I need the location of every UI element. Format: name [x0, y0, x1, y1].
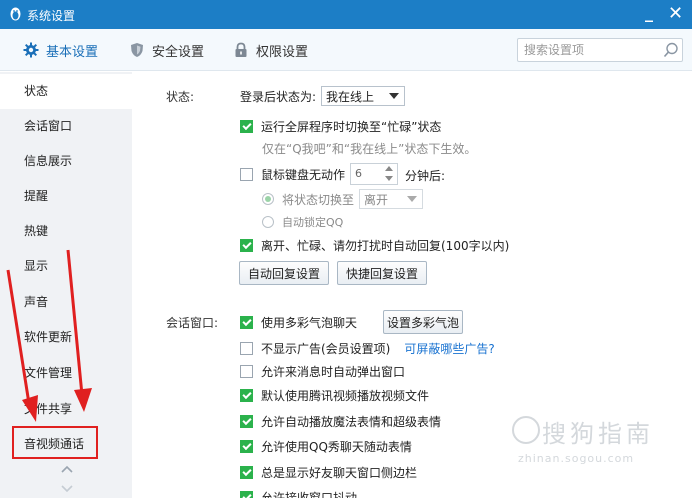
stepper-down-icon[interactable]: [385, 176, 393, 181]
sidebar-item-file-sharing[interactable]: 文件共享: [0, 392, 132, 427]
sidebar-show-label: 总是显示好友聊天窗口侧边栏: [261, 465, 418, 480]
no-ads-label: 不显示广告(会员设置项): [261, 341, 391, 356]
qq-show-label: 允许使用QQ秀聊天随动表情: [261, 439, 412, 454]
sidebar-item-reminder[interactable]: 提醒: [0, 179, 132, 214]
lock-icon: [232, 41, 250, 59]
tab-basic-settings[interactable]: 基本设置: [22, 29, 98, 71]
sidebar-item-hotkey[interactable]: 热键: [0, 214, 132, 249]
idle-suffix: 分钟后:: [405, 169, 446, 183]
tab-basic-label: 基本设置: [46, 44, 99, 60]
tab-security-settings[interactable]: 安全设置: [128, 29, 204, 71]
idle-checkbox[interactable]: [240, 167, 253, 181]
chevron-up-icon[interactable]: [60, 464, 74, 474]
tencent-video-checkbox[interactable]: [240, 388, 253, 402]
switch-status-select[interactable]: 离开: [359, 189, 423, 209]
minimize-button[interactable]: _: [645, 3, 661, 23]
chevron-down-icon[interactable]: [60, 484, 74, 494]
sidebar-show-checkbox[interactable]: [240, 465, 253, 479]
stepper-up-icon[interactable]: [385, 166, 393, 171]
search-input[interactable]: [518, 39, 658, 61]
sidebar-item-sound[interactable]: 声音: [0, 285, 132, 320]
auto-reply-settings-button[interactable]: 自动回复设置: [239, 261, 329, 285]
sidebar-item-software-update[interactable]: 软件更新: [0, 320, 132, 355]
magic-emoji-checkbox[interactable]: [240, 414, 253, 428]
search-icon[interactable]: [663, 42, 679, 58]
chat-section-label: 会话窗口:: [166, 316, 219, 330]
tab-permission-settings[interactable]: 权限设置: [232, 29, 308, 71]
tencent-video-label: 默认使用腾讯视频播放视频文件: [261, 388, 430, 403]
auto-reply-checkbox[interactable]: [240, 238, 253, 252]
no-ads-checkbox[interactable]: [240, 341, 253, 355]
switch-status-value: 离开: [364, 192, 389, 207]
auto-lock-radio[interactable]: [262, 216, 274, 228]
magic-emoji-label: 允许自动播放魔法表情和超级表情: [261, 414, 442, 429]
qq-show-checkbox[interactable]: [240, 439, 253, 453]
close-button[interactable]: ✕: [668, 3, 686, 24]
chevron-down-icon: [389, 93, 399, 99]
chevron-down-icon: [407, 196, 417, 202]
switch-status-label: 将状态切换至: [282, 192, 355, 207]
auto-popup-checkbox[interactable]: [240, 364, 253, 378]
sidebar-item-display[interactable]: 显示: [0, 249, 132, 284]
sidebar-item-chat-window[interactable]: 会话窗口: [0, 109, 132, 144]
switch-status-radio[interactable]: [262, 193, 274, 205]
idle-label: 鼠标键盘无动作: [261, 167, 346, 182]
auto-popup-label: 允许来消息时自动弹出窗口: [261, 364, 406, 379]
idle-minutes-value: 6: [355, 167, 362, 180]
watermark: 搜狗指南 zhinan.sogou.com: [506, 414, 686, 474]
shake-label: 允许接收窗口抖动: [261, 490, 358, 498]
title-bar: 系统设置 _ ✕: [0, 0, 692, 29]
penguin-icon: [10, 7, 21, 21]
sidebar-item-info-display[interactable]: 信息展示: [0, 144, 132, 179]
login-status-label: 登录后状态为:: [240, 89, 317, 104]
multicolor-bubble-button[interactable]: 设置多彩气泡: [383, 310, 463, 334]
idle-minutes-stepper[interactable]: 6: [350, 163, 398, 185]
search-box: [517, 38, 683, 62]
tab-security-label: 安全设置: [152, 44, 205, 60]
shake-checkbox[interactable]: [240, 490, 253, 498]
auto-reply-label: 离开、忙碌、请勿打扰时自动回复(100字以内): [261, 238, 510, 253]
settings-tabbar: 基本设置 安全设置 权限设置: [0, 29, 692, 71]
ads-help-link[interactable]: 可屏蔽哪些广告?: [404, 340, 494, 357]
shield-icon: [128, 41, 146, 59]
multicolor-bubble-label: 使用多彩气泡聊天: [261, 315, 358, 330]
fullscreen-busy-checkbox[interactable]: [240, 119, 253, 133]
window-title: 系统设置: [27, 9, 76, 23]
multicolor-bubble-checkbox[interactable]: [240, 315, 253, 329]
highlight-box: [12, 426, 98, 459]
auto-lock-label: 自动锁定QQ: [282, 216, 344, 229]
login-status-select[interactable]: 我在线上: [321, 86, 405, 106]
quick-reply-settings-button[interactable]: 快捷回复设置: [337, 261, 427, 285]
sidebar-item-file-management[interactable]: 文件管理: [0, 356, 132, 391]
login-status-value: 我在线上: [326, 89, 375, 104]
watermark-url: zhinan.sogou.com: [518, 452, 635, 465]
fullscreen-busy-label: 运行全屏程序时切换至“忙碌”状态: [261, 119, 442, 134]
watermark-logo-icon: [512, 416, 540, 444]
fullscreen-note: 仅在“Q我吧”和“我在线上”状态下生效。: [262, 142, 477, 156]
tab-permission-label: 权限设置: [256, 44, 309, 60]
watermark-text: 搜狗指南: [542, 420, 654, 448]
gear-icon: [22, 41, 40, 59]
sidebar-item-status[interactable]: 状态: [0, 74, 132, 109]
status-section-label: 状态:: [166, 90, 195, 104]
